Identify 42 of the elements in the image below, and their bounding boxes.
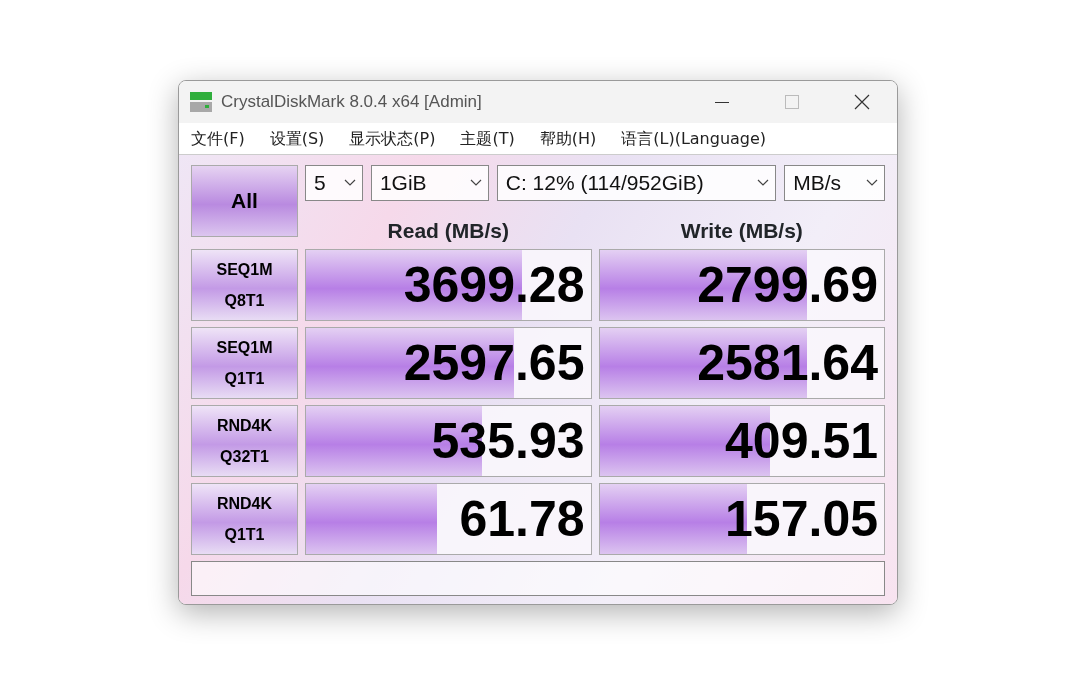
chevron-icon [866,179,878,187]
maximize-icon [785,95,799,109]
test-label: SEQ1M [216,338,273,358]
result-value: 2799.69 [697,260,878,310]
result-value: 409.51 [725,416,878,466]
close-icon [854,94,870,110]
test-button[interactable]: RND4K Q1T1 [191,483,298,555]
chevron-icon [343,179,356,187]
result-value: 3699.28 [403,260,585,310]
test-button[interactable]: SEQ1M Q8T1 [191,249,298,321]
test-button[interactable]: SEQ1M Q1T1 [191,327,298,399]
test-label: RND4K [216,416,273,436]
menu-item[interactable]: 语言(L)(Language) [613,126,775,151]
result-value: 535.93 [431,416,585,466]
dropdown[interactable]: 5 [305,165,363,201]
menu-item[interactable]: 帮助(H) [531,126,605,151]
test-label: RND4K [216,494,273,514]
column-header: Write (MB/s) [679,219,804,243]
menu-item[interactable]: 主题(T) [452,126,523,151]
test-label: Q1T1 [224,369,265,389]
test-button[interactable]: RND4K Q32T1 [191,405,298,477]
chevron-icon [469,179,482,187]
result-value: 2597.65 [403,338,585,388]
column-header: Read (MB/s) [386,219,510,243]
menu-item[interactable]: 显示状态(P) [341,126,444,151]
test-label: Q32T1 [220,447,269,467]
test-label: Q1T1 [224,525,265,545]
menu-item[interactable]: 设置(S) [261,126,333,151]
chevron-icon [757,179,770,187]
window-title: CrystalDiskMark 8.0.4 x64 [Admin] [221,91,482,114]
dropdown[interactable]: 1GiB [370,165,489,201]
disk-icon [189,90,213,114]
test-label: Q8T1 [224,291,265,311]
result-value: 2581.64 [697,338,878,388]
result-value: 61.78 [459,494,585,544]
dropdown[interactable]: C: 12% (114/952GiB) [496,165,777,201]
menu-item[interactable]: 文件(F) [183,126,253,151]
dropdown[interactable]: MB/s [784,165,885,201]
test-label: SEQ1M [216,260,273,280]
all-button[interactable]: All [191,165,298,237]
result-value: 157.05 [725,494,878,544]
minimize-icon [715,101,729,103]
